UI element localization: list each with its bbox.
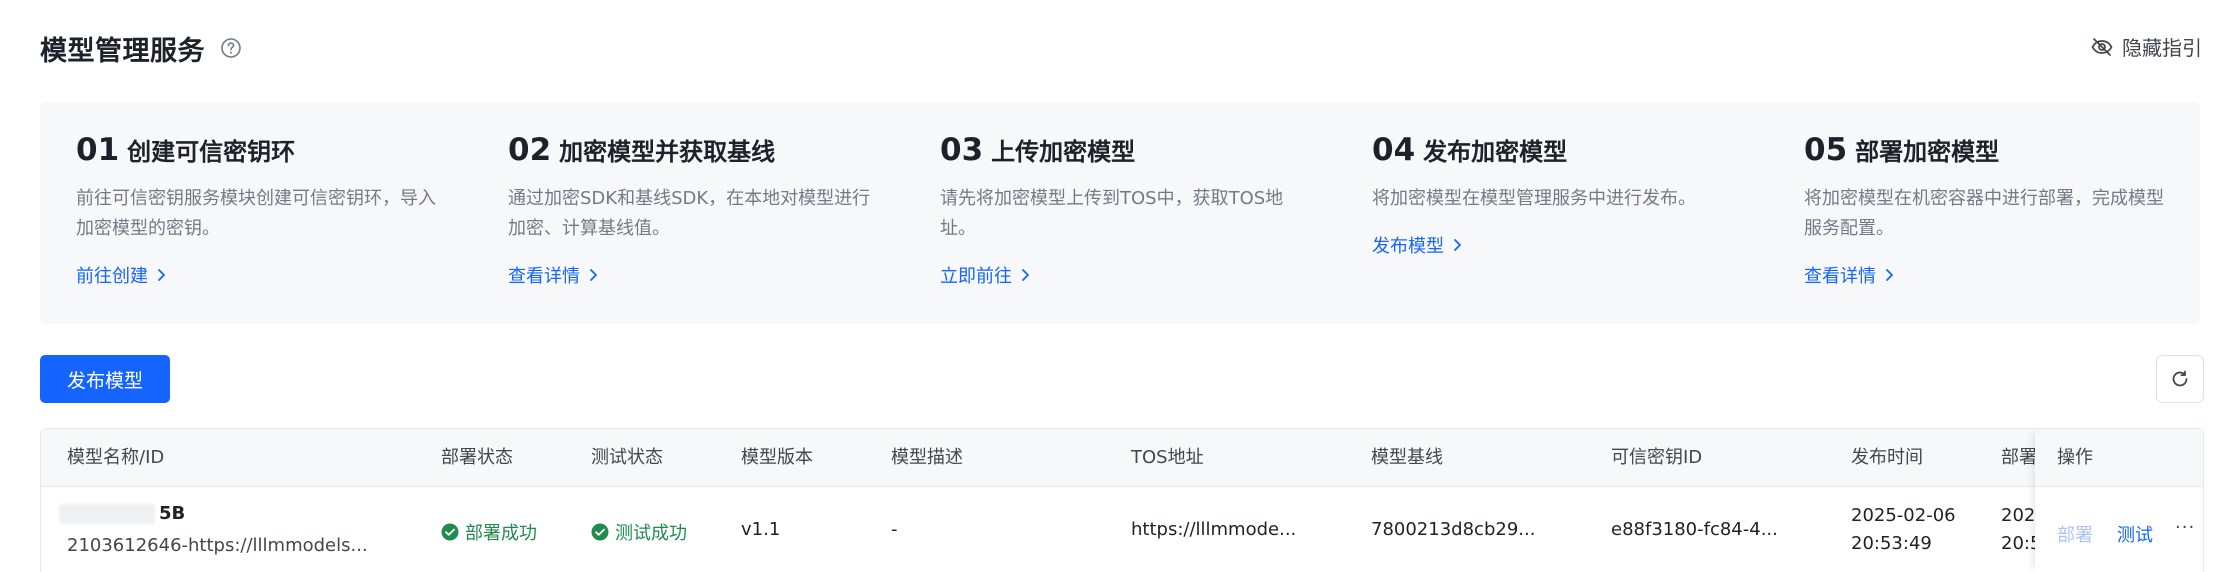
eye-off-icon	[2091, 37, 2113, 56]
page-title: 模型管理服务	[40, 35, 205, 67]
redacted-name	[59, 504, 155, 524]
step-number: 03	[940, 132, 984, 168]
guide-panel: 01 创建可信密钥环 前往可信密钥服务模块创建可信密钥环，导入加密模型的密钥。 …	[40, 102, 2200, 324]
deploy-status-badge: 部署成功	[441, 519, 537, 545]
step-description: 通过加密SDK和基线SDK，在本地对模型进行加密、计算基线值。	[508, 188, 871, 239]
model-table: 模型名称/ID 部署状态 测试状态 模型版本 模型描述 TOS地址 模型基线 可…	[40, 428, 2204, 572]
step-number: 05	[1804, 132, 1848, 168]
test-status-text: 测试成功	[615, 523, 687, 544]
guide-step-2: 02 加密模型并获取基线 通过加密SDK和基线SDK，在本地对模型进行加密、计算…	[472, 102, 904, 324]
chevron-right-icon	[1454, 239, 1461, 251]
step-link-publish[interactable]: 发布模型	[1372, 232, 1462, 258]
chevron-right-icon	[158, 269, 165, 281]
check-circle-icon	[441, 523, 459, 541]
step-title: 加密模型并获取基线	[559, 138, 776, 166]
table-header: 模型名称/ID 部署状态 测试状态 模型版本 模型描述 TOS地址 模型基线 可…	[41, 429, 2203, 487]
column-header: 模型基线	[1371, 447, 1443, 468]
chevron-right-icon	[1886, 269, 1893, 281]
step-description: 请先将加密模型上传到TOS中，获取TOS地址。	[940, 188, 1284, 239]
publish-model-button[interactable]: 发布模型	[40, 355, 170, 403]
refresh-icon	[2172, 370, 2188, 387]
refresh-button[interactable]	[2156, 355, 2204, 403]
column-header: 模型描述	[891, 447, 963, 468]
step-link-label: 查看详情	[1804, 266, 1876, 287]
step-number: 02	[508, 132, 552, 168]
step-link-go[interactable]: 立即前往	[940, 262, 1030, 288]
test-status-badge: 测试成功	[591, 519, 687, 545]
model-description: -	[891, 519, 898, 540]
more-actions-icon[interactable]: ···	[2175, 517, 2195, 538]
step-link-details[interactable]: 查看详情	[1804, 262, 1894, 288]
step-description: 将加密模型在机密容器中进行部署，完成模型服务配置。	[1804, 188, 2164, 239]
table-row: 5B 2103612646-https://lllmmodels... 部署成功…	[41, 487, 2203, 572]
model-baseline: 7800213d8cb29...	[1371, 519, 1536, 540]
step-description: 前往可信密钥服务模块创建可信密钥环，导入加密模型的密钥。	[76, 188, 436, 239]
model-version: v1.1	[741, 519, 781, 540]
column-header: 测试状态	[591, 447, 663, 468]
help-icon[interactable]	[219, 36, 243, 60]
step-link-label: 查看详情	[508, 266, 580, 287]
trusted-key-id: e88f3180-fc84-4...	[1611, 519, 1778, 540]
column-header: 模型版本	[741, 447, 813, 468]
column-header: 部署状态	[441, 447, 513, 468]
hide-guide-button[interactable]: 隐藏指引	[2090, 32, 2202, 61]
step-title: 发布加密模型	[1423, 138, 1568, 166]
publish-date: 2025-02-06	[1851, 505, 1956, 526]
model-id: 2103612646-https://lllmmodels...	[67, 535, 368, 556]
column-header: 部署	[2001, 447, 2037, 468]
step-number: 01	[76, 132, 120, 168]
step-link-create[interactable]: 前往创建	[76, 262, 166, 288]
step-title: 创建可信密钥环	[127, 138, 296, 166]
deploy-status-text: 部署成功	[465, 523, 537, 544]
step-link-label: 前往创建	[76, 266, 148, 287]
step-number: 04	[1372, 132, 1416, 168]
model-name[interactable]: 5B	[59, 503, 185, 524]
step-link-details[interactable]: 查看详情	[508, 262, 598, 288]
chevron-right-icon	[590, 269, 597, 281]
operations-header: 操作	[2035, 429, 2203, 487]
publish-time: 20:53:49	[1851, 533, 1932, 554]
tos-address: https://lllmmode...	[1131, 519, 1297, 540]
check-circle-icon	[591, 523, 609, 541]
test-link[interactable]: 测试	[2117, 521, 2153, 547]
operations-column: 操作 部署 测试 ···	[2035, 429, 2203, 572]
step-title: 部署加密模型	[1855, 138, 2000, 166]
deploy-link[interactable]: 部署	[2057, 521, 2093, 547]
model-management-page: 模型管理服务 隐藏指引 01 创建可信密钥环 前往可信密钥服务模块创建可信密钥环…	[0, 0, 2232, 572]
column-header: 发布时间	[1851, 447, 1923, 468]
step-title: 上传加密模型	[991, 138, 1136, 166]
column-header: 模型名称/ID	[67, 447, 165, 468]
step-description: 将加密模型在模型管理服务中进行发布。	[1372, 188, 1696, 209]
column-header: 可信密钥ID	[1611, 447, 1703, 468]
guide-step-4: 04 发布加密模型 将加密模型在模型管理服务中进行发布。 发布模型	[1336, 102, 1768, 324]
hide-guide-label: 隐藏指引	[2122, 36, 2202, 60]
step-link-label: 立即前往	[940, 266, 1012, 287]
guide-step-3: 03 上传加密模型 请先将加密模型上传到TOS中，获取TOS地址。 立即前往	[904, 102, 1336, 324]
guide-step-1: 01 创建可信密钥环 前往可信密钥服务模块创建可信密钥环，导入加密模型的密钥。 …	[40, 102, 472, 324]
step-link-label: 发布模型	[1372, 236, 1444, 257]
column-header: TOS地址	[1131, 447, 1204, 468]
chevron-right-icon	[1022, 269, 1029, 281]
page-header: 模型管理服务	[40, 26, 243, 70]
guide-step-5: 05 部署加密模型 将加密模型在机密容器中进行部署，完成模型服务配置。 查看详情	[1768, 102, 2200, 324]
